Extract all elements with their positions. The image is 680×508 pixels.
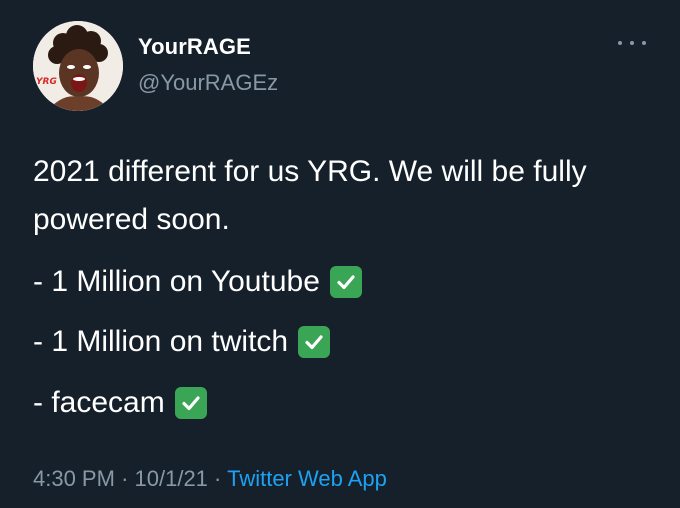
dot (630, 41, 634, 45)
list-item-text: - 1 Million on Youtube (33, 265, 320, 298)
tweet-text: 2021 different for us YRG. We will be fu… (33, 148, 653, 244)
display-name[interactable]: YourRAGE (138, 34, 251, 60)
tweet-source-link[interactable]: Twitter Web App (227, 466, 387, 491)
dot (618, 41, 622, 45)
tweet-card: YRG YourRAGE @YourRAGEz 2021 different f… (0, 0, 680, 508)
user-handle[interactable]: @YourRAGEz (138, 70, 278, 96)
check-mark-button-icon (298, 326, 331, 358)
list-item: - 1 Million on Youtube (33, 262, 653, 302)
tweet-date[interactable]: 10/1/21 (135, 466, 208, 491)
dot (642, 41, 646, 45)
meta-separator: · (121, 466, 129, 491)
list-item-text: - facecam (33, 386, 165, 419)
tweet-metadata: 4:30 PM · 10/1/21 · Twitter Web App (33, 466, 387, 492)
more-options-icon[interactable] (618, 36, 646, 50)
list-item: - facecam (33, 383, 653, 423)
check-mark-button-icon (174, 387, 207, 419)
list-item: - 1 Million on twitch (33, 322, 653, 362)
tweet-intro: 2021 different for us YRG. We will be fu… (33, 155, 587, 236)
meta-separator: · (214, 466, 222, 491)
check-mark-button-icon (329, 266, 362, 298)
avatar-badge-logo: YRG (36, 77, 57, 87)
avatar-illustration: YRG (33, 21, 123, 111)
list-item-text: - 1 Million on twitch (33, 325, 289, 358)
tweet-time[interactable]: 4:30 PM (33, 466, 115, 491)
avatar[interactable]: YRG (33, 21, 123, 111)
